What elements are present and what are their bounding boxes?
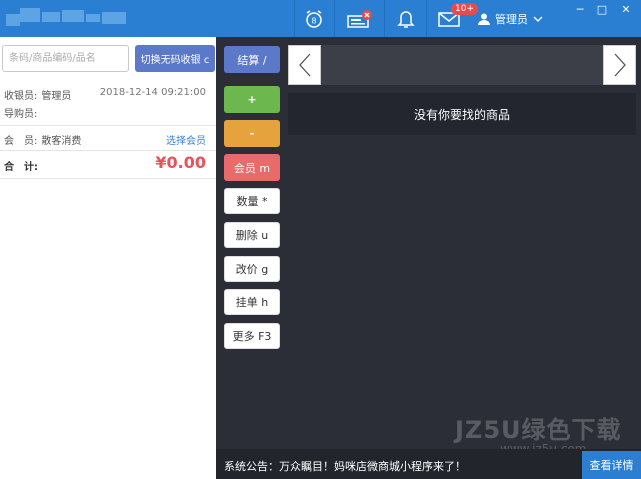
hold-order-button[interactable]: 挂单 h [224,289,280,315]
next-arrow-button[interactable] [603,45,636,85]
member-value: 散客消费 [41,136,82,147]
user-name: 管理员 [495,12,528,26]
notice-text: 系统公告：万众瞩目！妈咪店微商城小程序来了！ [224,460,466,473]
cart-panel: 切换无码收银 c 收银员:管理员 2018-12-14 09:21:00 导购员… [0,37,216,479]
maximize-button[interactable]: □ [592,0,612,18]
guide-label: 导购员: [4,109,38,120]
search-input[interactable] [2,45,129,72]
empty-message: 没有你要找的商品 [288,93,636,135]
delete-button[interactable]: 删除 u [224,222,280,248]
quantity-button[interactable]: 数量 * [224,188,280,214]
decrease-button[interactable]: - [224,120,280,147]
prev-arrow-button[interactable] [288,45,321,85]
select-member-link[interactable]: 选择会员 [166,132,206,147]
cashier-name: 管理员 [41,91,72,102]
close-button[interactable]: ✕ [616,0,636,18]
change-price-button[interactable]: 改价 g [224,256,280,282]
chevron-down-icon [533,16,543,22]
chevron-left-icon [298,53,310,77]
member-button[interactable]: 会员 m [224,154,280,181]
alarm-clock-icon[interactable]: 8 [300,0,328,37]
card-reader-icon[interactable] [344,0,376,37]
view-details-button[interactable]: 查看详情 [582,451,641,479]
app-logo [6,6,136,32]
system-notice-bar: 系统公告：万众瞩目！妈咪店微商城小程序来了！ 查看详情 [216,449,641,479]
total-label: 合 计: [4,162,38,173]
top-bar: 8 10+ 管理员 ─ □ ✕ [0,0,641,37]
datetime: 2018-12-14 09:21:00 [99,87,206,98]
total-value: ¥0.00 [155,153,206,172]
bell-icon[interactable] [392,0,420,37]
notification-badge: 10+ [451,3,478,15]
product-panel: 没有你要找的商品 [288,37,641,449]
user-icon [478,13,490,25]
member-label: 会 员: [4,136,38,147]
more-button[interactable]: 更多 F3 [224,323,280,349]
watermark: JZ5U绿色下载 [455,416,622,444]
switch-barcode-button[interactable]: 切换无码收银 c [135,45,215,72]
member-row: 会 员: 散客消费 [4,132,81,147]
minimize-button[interactable]: ─ [570,0,590,18]
cashier-label: 收银员: [4,91,38,102]
checkout-button[interactable]: 结算 / [224,46,280,73]
cashier-row: 收银员: 管理员 [4,87,71,102]
increase-button[interactable]: + [224,86,280,113]
chevron-right-icon [614,53,626,77]
svg-text:8: 8 [311,16,316,25]
category-carousel [288,45,636,85]
action-buttons: 结算 / + - 会员 m 数量 * 删除 u 改价 g 挂单 h 更多 F3 [216,37,288,449]
user-menu[interactable]: 管理员 [478,0,543,37]
